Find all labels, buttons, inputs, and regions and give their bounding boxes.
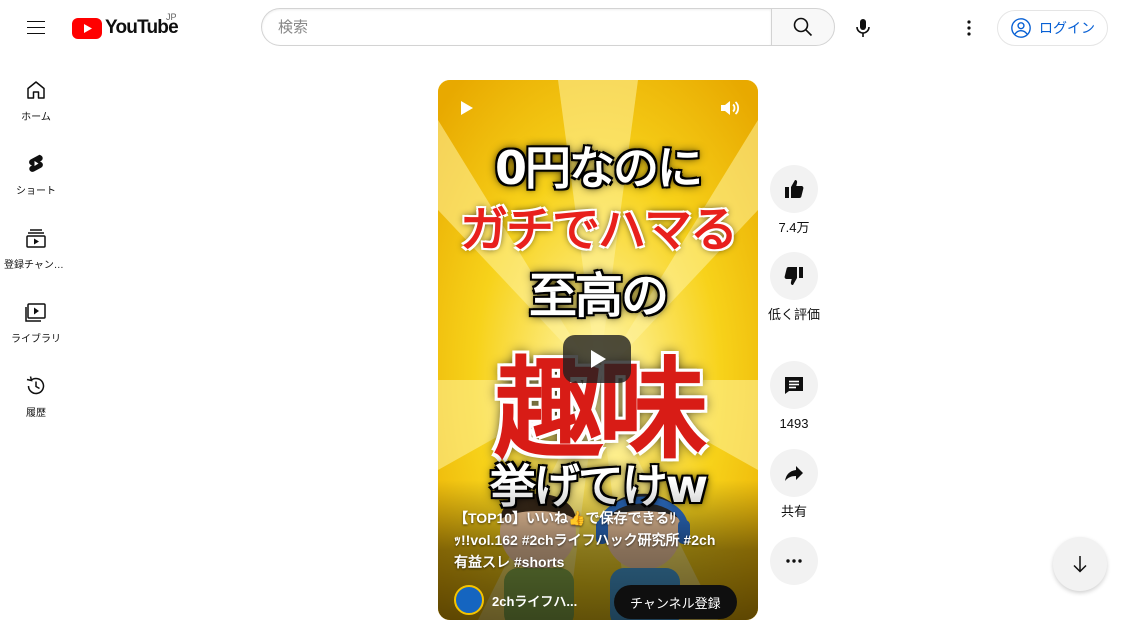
- voice-search-button[interactable]: [843, 8, 883, 48]
- search-icon: [793, 17, 813, 37]
- more-horiz-icon: [786, 559, 802, 563]
- sign-in-button[interactable]: ログイン: [997, 10, 1108, 46]
- more-actions-button[interactable]: [770, 537, 818, 585]
- shorts-icon: [24, 152, 48, 176]
- subscribe-button[interactable]: チャンネル登録: [614, 585, 737, 619]
- sidebar-item-shorts[interactable]: ショート: [0, 138, 72, 212]
- play-icon: [591, 350, 606, 368]
- share-action: 共有: [770, 449, 818, 521]
- comments-action: 1493: [770, 361, 818, 433]
- volume-button[interactable]: [718, 96, 742, 124]
- like-button[interactable]: [770, 165, 818, 213]
- more-vert-icon: [967, 20, 971, 36]
- search-button[interactable]: [771, 8, 835, 46]
- channel-name[interactable]: 2chライフハ...: [492, 591, 577, 610]
- sidebar-item-label: 登録チャンネル: [4, 260, 68, 271]
- comment-count: 1493: [779, 416, 809, 431]
- play-icon: [461, 101, 473, 115]
- youtube-logo[interactable]: YouTube: [72, 14, 179, 42]
- channel-info[interactable]: 2chライフハ...: [454, 585, 577, 615]
- subscriptions-icon: [24, 226, 48, 250]
- sidebar-item-subscriptions[interactable]: 登録チャンネル: [0, 212, 72, 286]
- next-video-button[interactable]: [1053, 537, 1107, 591]
- like-action: 7.4万: [770, 165, 818, 237]
- menu-icon: [27, 21, 45, 34]
- search-input[interactable]: [261, 8, 771, 46]
- like-count: 7.4万: [778, 220, 810, 235]
- masthead: YouTube JP ログイン: [0, 0, 1124, 56]
- settings-more-button[interactable]: [949, 8, 989, 48]
- country-code: JP: [166, 12, 177, 22]
- mini-guide: ホーム ショート 登録チャンネル ライブラリ 履歴: [0, 64, 72, 434]
- thumbnail-text-line: 至高の: [528, 268, 669, 324]
- sidebar-item-history[interactable]: 履歴: [0, 360, 72, 434]
- sign-in-label: ログイン: [1039, 20, 1095, 36]
- shorts-video-player[interactable]: 0円なのに ガチでハマる 至高の 趣味 挙げてけw 【TOP10】いいね👍で保存…: [438, 80, 758, 620]
- account-circle-icon: [1011, 18, 1031, 38]
- arrow-down-icon: [1073, 556, 1087, 573]
- thumbnail-text-line: ガチでハマる: [459, 202, 738, 258]
- home-icon: [24, 78, 48, 102]
- youtube-play-logo-icon: [72, 17, 102, 39]
- share-label: 共有: [780, 504, 807, 519]
- thumbnail-text-line: 0円なのに: [494, 141, 703, 195]
- thumbs-up-icon: [785, 180, 804, 198]
- sidebar-item-home[interactable]: ホーム: [0, 64, 72, 138]
- thumbs-down-icon: [784, 267, 803, 285]
- more-action: [770, 537, 818, 585]
- guide-menu-button[interactable]: [16, 8, 56, 48]
- share-button[interactable]: [770, 449, 818, 497]
- share-icon: [785, 466, 803, 481]
- channel-avatar[interactable]: [454, 585, 484, 615]
- volume-icon: [721, 101, 740, 115]
- comments-button[interactable]: [770, 361, 818, 409]
- sidebar-item-label: ホーム: [21, 112, 51, 123]
- dislike-button[interactable]: [770, 252, 818, 300]
- video-title[interactable]: 【TOP10】いいね👍で保存できるﾘｯ!!vol.162 #2chライフハック研…: [454, 507, 724, 573]
- sidebar-item-label: ライブラリ: [11, 334, 61, 345]
- sidebar-item-library[interactable]: ライブラリ: [0, 286, 72, 360]
- comment-icon: [785, 377, 803, 394]
- dislike-action: 低く評価: [768, 252, 820, 324]
- sidebar-item-label: ショート: [16, 186, 56, 197]
- dislike-label: 低く評価: [767, 307, 820, 322]
- play-pause-button[interactable]: [456, 98, 476, 122]
- history-icon: [24, 374, 48, 398]
- large-play-button[interactable]: [563, 335, 631, 383]
- mic-icon: [856, 19, 870, 37]
- sidebar-item-label: 履歴: [26, 408, 46, 419]
- library-icon: [24, 300, 48, 324]
